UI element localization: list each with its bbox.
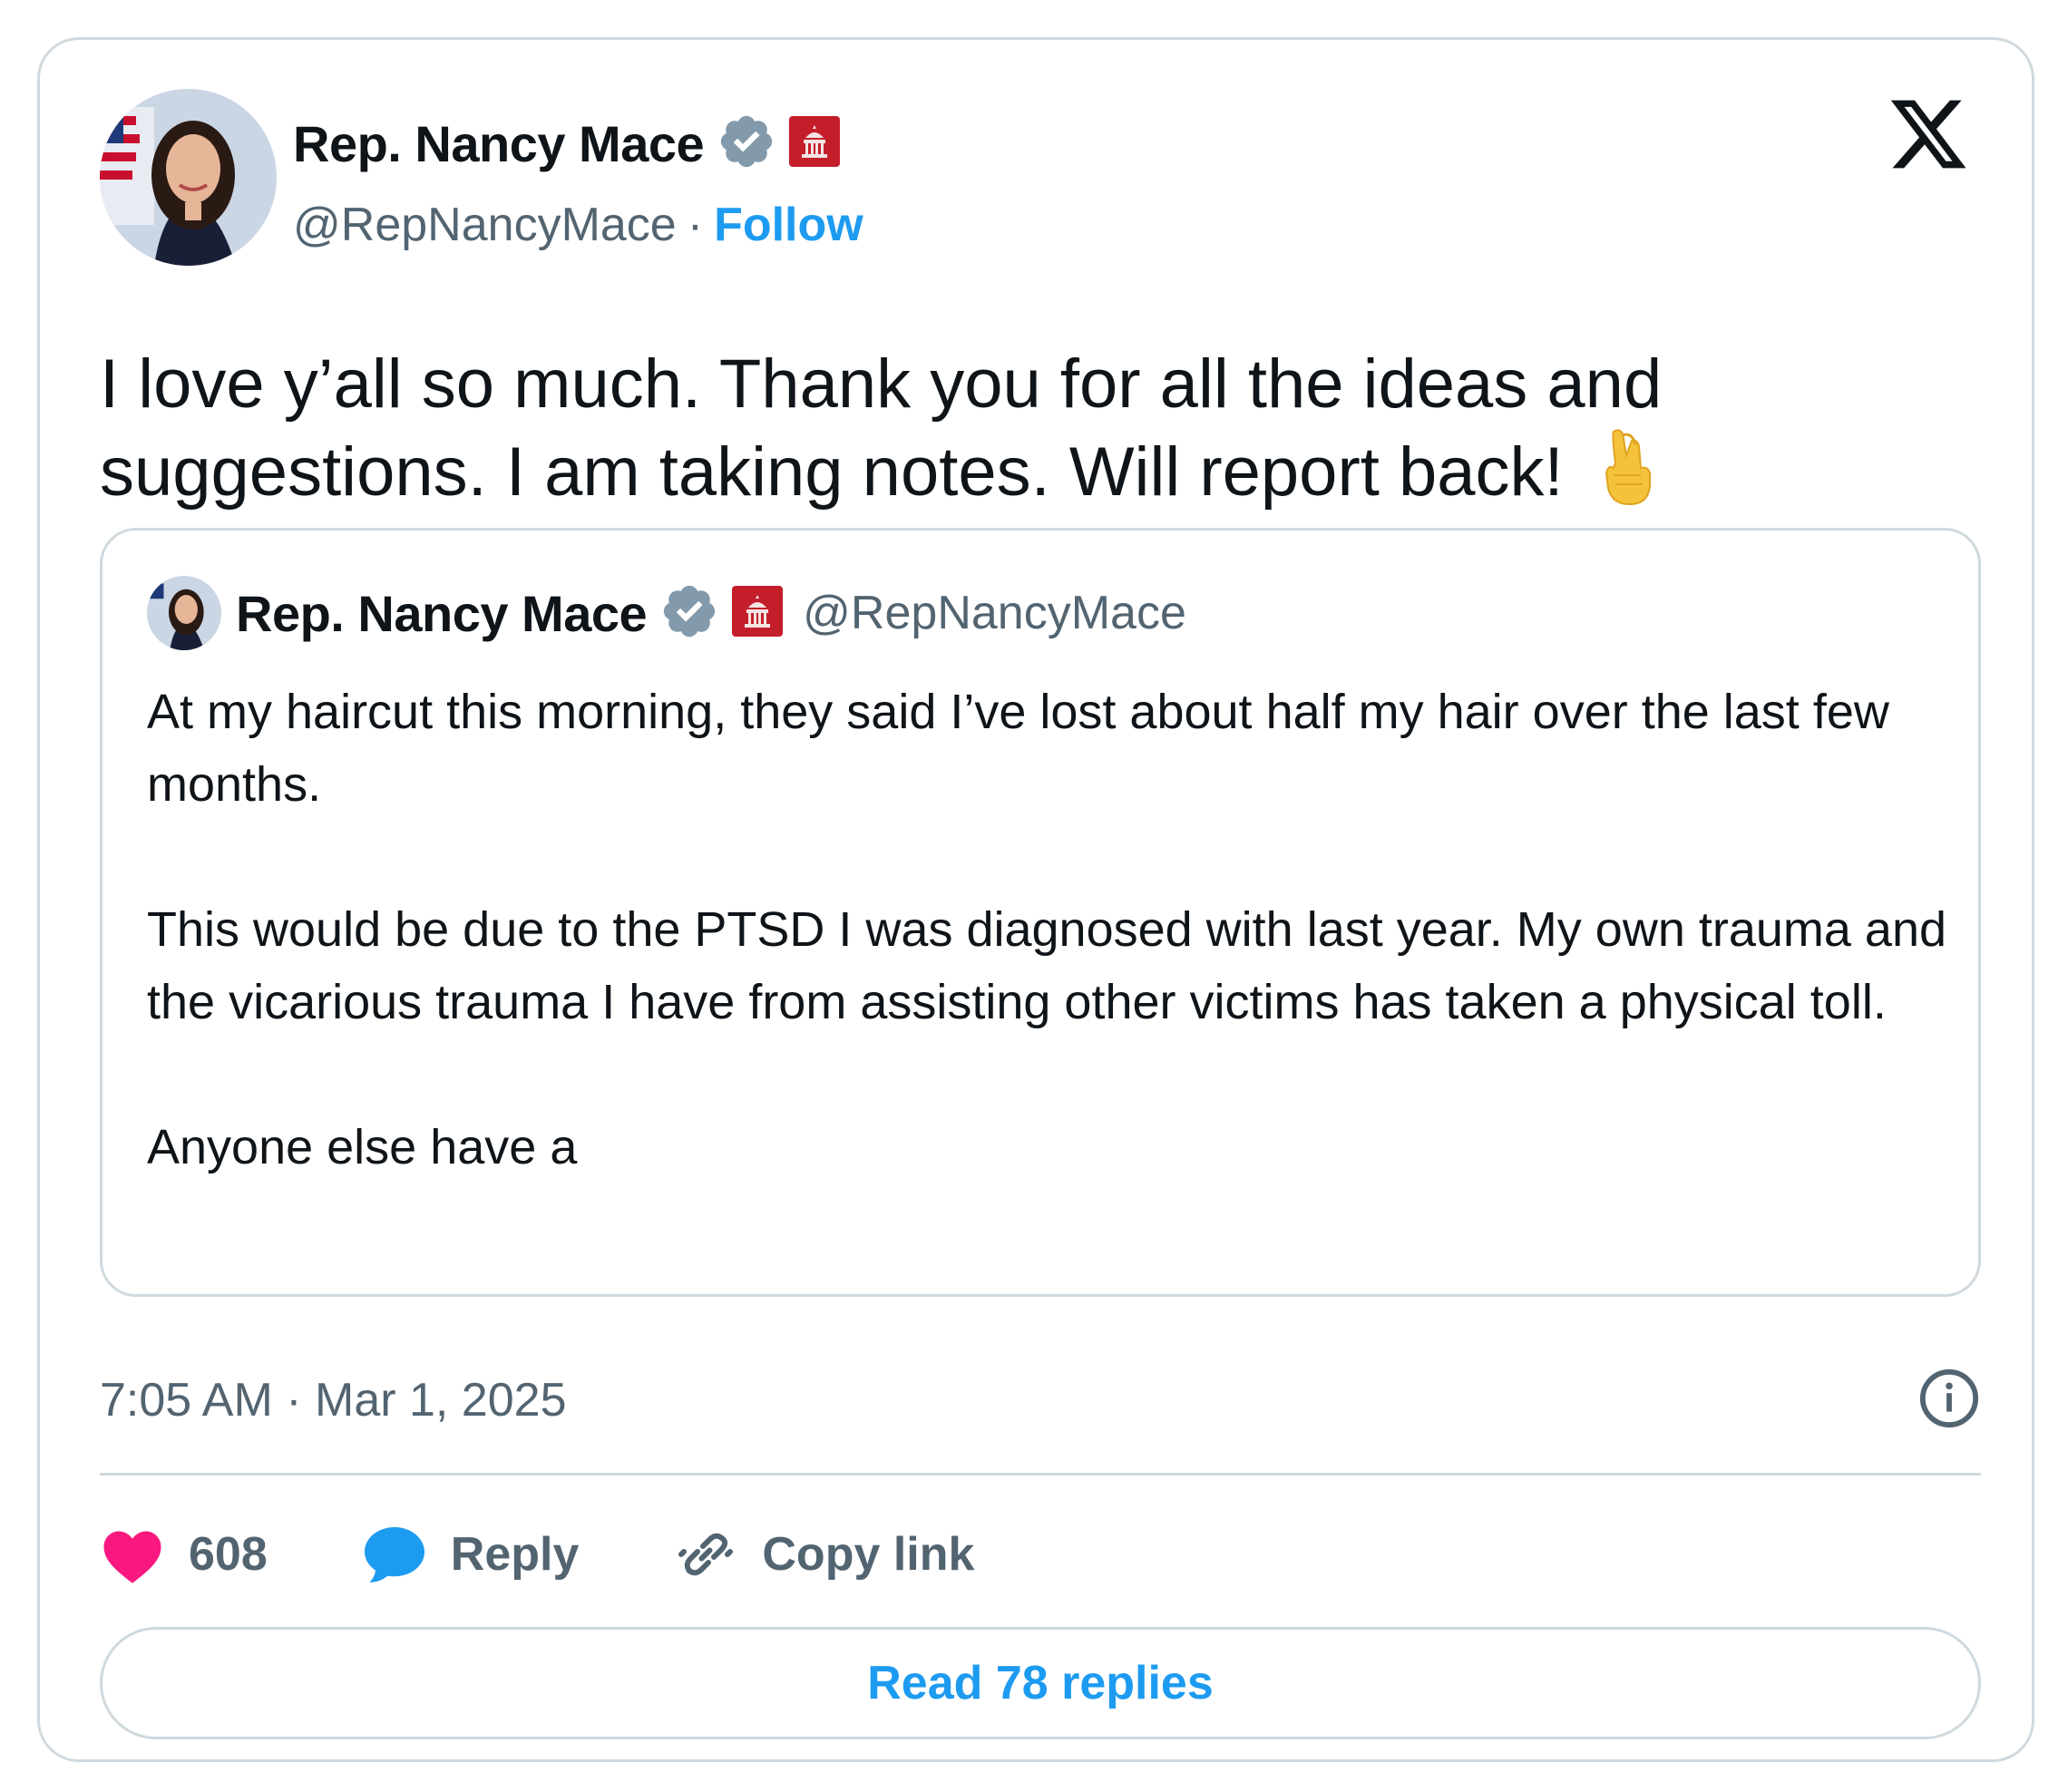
copy-link-button[interactable]: Copy link [673,1522,974,1587]
quoted-tweet[interactable]: Rep. Nancy Mace @RepNancyMace At my hair… [100,528,1981,1297]
verified-badge-icon [717,112,776,176]
tweet-header: Rep. Nancy Mace @RepNancyMace · Follow [100,89,1642,270]
reply-button[interactable]: Reply [362,1524,580,1584]
tweet-text: I love y’all so much. Thank you for all … [100,346,1663,511]
author-handle[interactable]: @RepNancyMace [293,198,677,252]
quoted-author-display-name: Rep. Nancy Mace [236,584,648,642]
author-names: Rep. Nancy Mace @RepNancyMace · Follow [293,107,863,261]
divider [100,1473,1981,1475]
separator-dot: · [687,199,704,251]
quoted-author-avatar [147,576,221,650]
author-display-name[interactable]: Rep. Nancy Mace [293,114,705,173]
tweet-embed-card: Rep. Nancy Mace @RepNancyMace · Follow I… [37,37,2034,1762]
quoted-author-handle: @RepNancyMace [803,587,1186,639]
like-button[interactable]: 608 [100,1524,268,1584]
quoted-verified-badge-icon [659,581,719,646]
timestamp-row: 7:05 AM · Mar 1, 2025 [100,1364,1981,1437]
info-icon[interactable] [1917,1367,1981,1435]
quoted-tweet-header: Rep. Nancy Mace @RepNancyMace [147,576,1186,650]
author-avatar[interactable] [100,89,277,266]
read-replies-label: Read 78 replies [867,1657,1214,1709]
quoted-government-badge-icon [732,585,784,641]
tweet-actions: 608 Reply Copy link [100,1514,974,1595]
quoted-tweet-text: At my haircut this morning, they said I’… [147,685,1947,1174]
author-name-row: Rep. Nancy Mace [293,107,863,180]
x-logo-icon[interactable] [1887,93,1970,176]
crossed-fingers-icon [1595,428,1659,529]
likes-count: 608 [189,1528,268,1581]
author-handle-row: @RepNancyMace · Follow [293,189,863,261]
follow-button[interactable]: Follow [714,198,863,252]
reply-label: Reply [450,1528,580,1581]
government-badge-icon [789,115,841,171]
copy-link-label: Copy link [762,1528,975,1581]
tweet-body: I love y’all so much. Thank you for all … [100,341,1986,529]
read-replies-button[interactable]: Read 78 replies [100,1627,1981,1739]
tweet-timestamp[interactable]: 7:05 AM · Mar 1, 2025 [100,1373,567,1427]
